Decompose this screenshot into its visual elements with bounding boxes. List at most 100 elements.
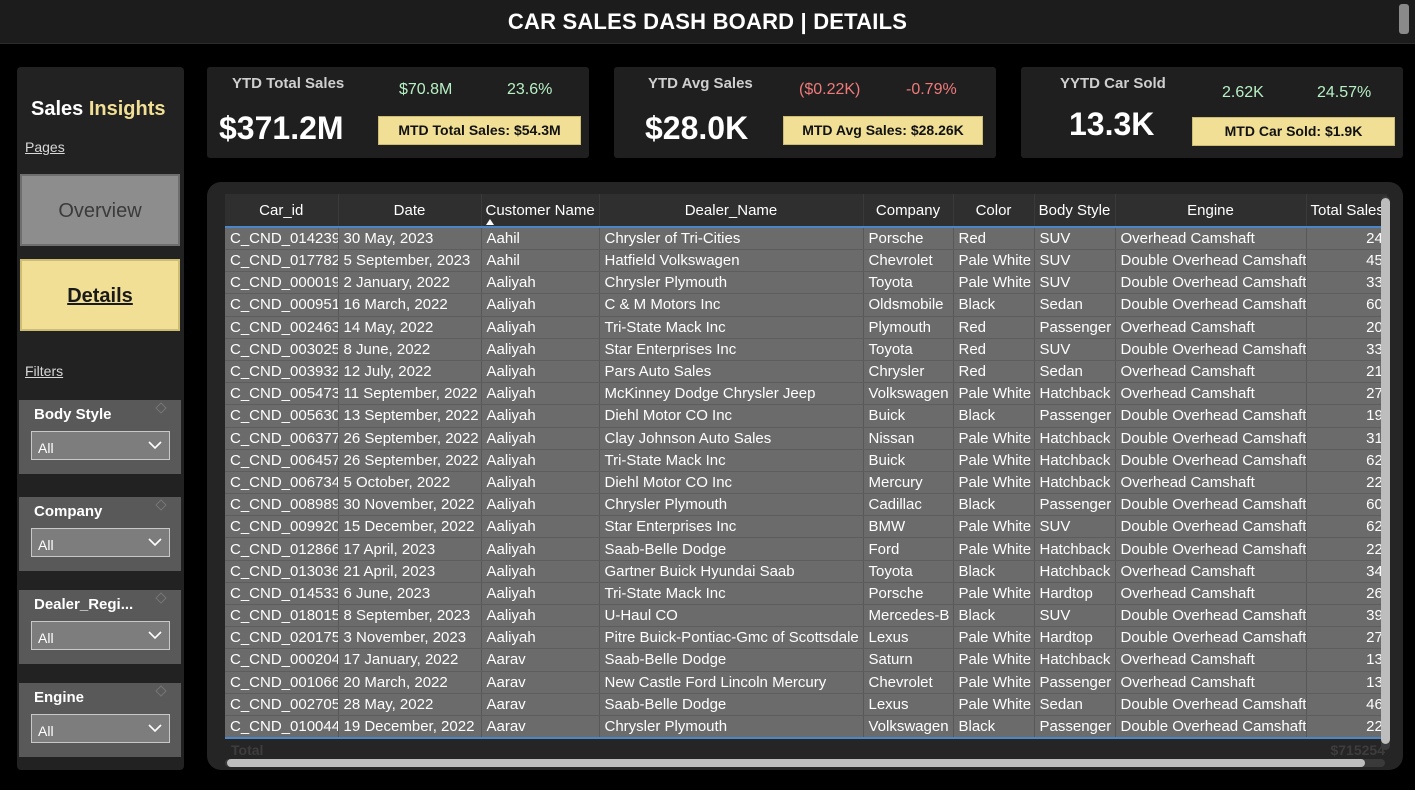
table-cell: C_CND_003932 [225,360,339,384]
table-cell: Overhead Camshaft [1115,360,1307,384]
table-cell: 14 May, 2022 [338,316,482,339]
kpi-mtd-value: $70.8M [399,81,453,98]
vertical-scrollbar-thumb[interactable] [1381,198,1390,744]
column-header-company[interactable]: Company [863,194,954,227]
table-row[interactable]: C_CND_005473 11 September, 2022 Aaliyah McK… [225,382,1387,406]
table-row[interactable]: C_CND_009920 15 December, 2022 Aaliyah Star… [225,515,1387,539]
table-cell: Aaliyah [481,449,600,472]
eraser-icon[interactable] [155,685,167,697]
table-row[interactable]: C_CND_010044 19 December, 2022 Aarav Chrysl… [225,715,1387,739]
eraser-icon[interactable] [155,402,167,414]
table-cell: C_CND_013036 [225,560,339,583]
dealer-region-dropdown[interactable]: All [31,621,170,650]
table-cell: 1900 [1306,404,1387,428]
filter-company: Company All [19,497,181,571]
table-cell: Hatchback [1034,427,1116,450]
table-cell: Volkswagen [863,715,954,739]
table-cell: 13 September, 2022 [338,404,482,428]
table-row[interactable]: C_CND_002463 14 May, 2022 Aaliyah Tri-State… [225,316,1387,339]
table-cell: Double Overhead Camshaft [1115,493,1307,517]
table-cell: 6000 [1306,293,1387,317]
table-cell: 2200 [1306,715,1387,739]
table-row[interactable]: C_CND_000204 17 January, 2022 Aarav Saab-Be… [225,648,1387,672]
page-title: CAR SALES DASH BOARD | DETAILS [507,9,908,34]
table-cell: 20 March, 2022 [338,671,482,694]
vertical-scrollbar[interactable] [1381,196,1390,750]
table-row[interactable]: C_CND_000951 16 March, 2022 Aaliyah C & M M… [225,293,1387,317]
column-header-color[interactable]: Color [953,194,1035,227]
table-cell: 4600 [1306,693,1387,716]
table-cell: Hatchback [1034,537,1116,561]
horizontal-scrollbar[interactable] [225,759,1385,767]
table-row[interactable]: C_CND_001066 20 March, 2022 Aarav New Castl… [225,671,1387,694]
brand-title-part2: Insights [88,98,166,120]
table-cell: Pale White [953,471,1035,495]
brand-title-part1: Sales [31,98,89,120]
table-row[interactable]: C_CND_003932 12 July, 2022 Aaliyah Pars Aut… [225,360,1387,384]
table-row[interactable]: C_CND_017782 5 September, 2023 Aahil Hatfie… [225,249,1387,273]
table-row[interactable]: C_CND_014239 30 May, 2023 Aahil Chrysler of… [225,226,1387,250]
table-cell: Hatchback [1034,449,1116,472]
kpi-label: YTD Avg Sales [648,75,753,92]
table-total-row: Total $715254 [225,739,1387,761]
table-cell: Sedan [1034,360,1116,384]
table-row[interactable]: C_CND_008989 30 November, 2022 Aaliyah Chry… [225,493,1387,517]
kpi-mtd-percent: 23.6% [507,81,553,98]
table-cell: Tri-State Mack Inc [599,449,864,472]
filter-label: Company [34,503,103,520]
column-header-dealer-name[interactable]: Dealer_Name [599,194,864,227]
column-header-total-sales[interactable]: Total Sales [1306,194,1387,227]
eraser-icon[interactable] [155,499,167,511]
table-row[interactable]: C_CND_006734 5 October, 2022 Aaliyah Diehl … [225,471,1387,495]
table-row[interactable]: C_CND_018015 8 September, 2023 Aaliyah U-Ha… [225,604,1387,628]
table-cell: Sedan [1034,293,1116,317]
table-row[interactable]: C_CND_012866 17 April, 2023 Aaliyah Saab-Be… [225,537,1387,561]
table-row[interactable]: C_CND_006377 26 September, 2022 Aaliyah Cla… [225,427,1387,450]
table-row[interactable]: C_CND_000019 2 January, 2022 Aaliyah Chrysl… [225,271,1387,295]
table-cell: Saturn [863,648,954,672]
pages-label: Pages [25,139,65,155]
table-cell: 21 April, 2023 [338,560,482,583]
column-header-car-id[interactable]: Car_id [225,194,339,227]
sidebar: Sales Insights Pages Overview Details Fi… [17,67,184,770]
nav-overview-button[interactable]: Overview [20,174,180,246]
table-row[interactable]: C_CND_020175 3 November, 2023 Aaliyah Pitre… [225,626,1387,650]
table-cell: Pale White [953,515,1035,539]
table-cell: 2200 [1306,537,1387,561]
company-dropdown[interactable]: All [31,528,170,557]
table-cell: Red [953,360,1035,384]
kpi-value: $28.0K [645,110,749,146]
table-row[interactable]: C_CND_006457 26 September, 2022 Aaliyah Tri… [225,449,1387,472]
column-header-body-style[interactable]: Body Style [1034,194,1116,227]
table-cell: Double Overhead Camshaft [1115,427,1307,450]
table-cell: 28 May, 2022 [338,693,482,716]
table-row[interactable]: C_CND_013036 21 April, 2023 Aaliyah Gartner… [225,560,1387,583]
body-style-dropdown[interactable]: All [31,431,170,460]
eraser-icon[interactable] [155,592,167,604]
table-cell: 2 January, 2022 [338,271,482,295]
column-header-date[interactable]: Date [338,194,482,227]
table-cell: Aahil [481,249,600,273]
table-cell: 15 December, 2022 [338,515,482,539]
table-cell: Ford [863,537,954,561]
table-cell: 2700 [1306,626,1387,650]
table-cell: Pale White [953,271,1035,295]
nav-details-button[interactable]: Details [20,259,180,331]
table-cell: 2100 [1306,360,1387,384]
table-cell: Aaliyah [481,582,600,606]
table-cell: 6 June, 2023 [338,582,482,606]
table-cell: 17 April, 2023 [338,537,482,561]
table-row[interactable]: C_CND_003025 8 June, 2022 Aaliyah Star Ente… [225,338,1387,361]
page-scrollbar[interactable] [1399,4,1409,34]
table-cell: C_CND_014239 [225,226,339,250]
horizontal-scrollbar-thumb[interactable] [227,759,1365,767]
table-cell: C_CND_018015 [225,604,339,628]
table-row[interactable]: C_CND_005630 13 September, 2022 Aaliyah Die… [225,404,1387,428]
table-row[interactable]: C_CND_014533 6 June, 2023 Aaliyah Tri-State… [225,582,1387,606]
column-header-customer-name[interactable]: Customer Name [481,194,600,227]
table-cell: Lexus [863,693,954,716]
engine-dropdown[interactable]: All [31,714,170,743]
table-row[interactable]: C_CND_002705 28 May, 2022 Aarav Saab-Belle … [225,693,1387,716]
table-cell: Red [953,338,1035,361]
column-header-engine[interactable]: Engine [1115,194,1307,227]
